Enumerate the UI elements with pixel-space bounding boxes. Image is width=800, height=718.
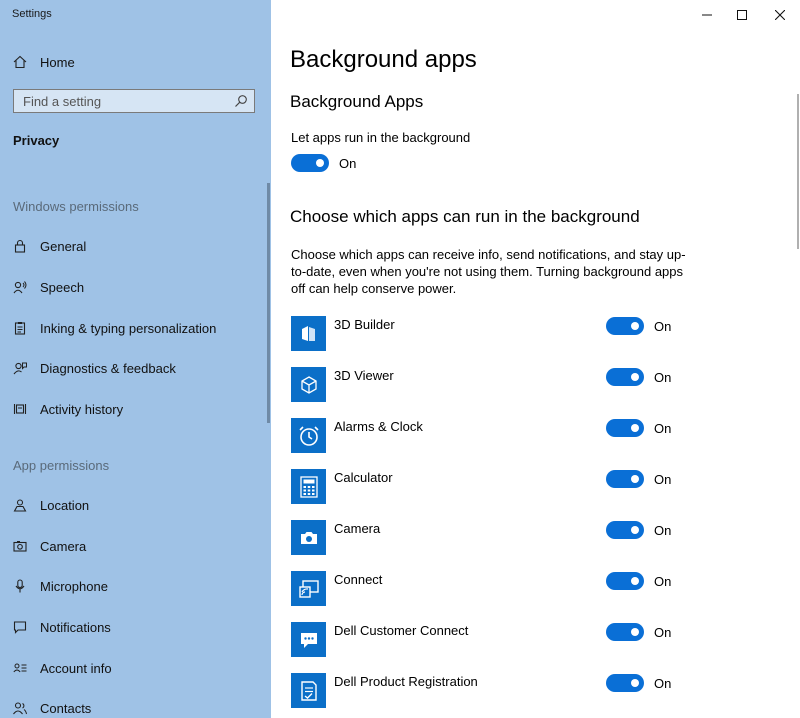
app-permissions-header: App permissions: [13, 458, 110, 473]
activity-history-icon: [12, 401, 28, 417]
app-toggle-calculator[interactable]: [606, 470, 644, 488]
page-title: Background apps: [290, 46, 477, 73]
toggle-knob: [631, 679, 639, 687]
clipboard-icon: [12, 320, 28, 336]
location-icon: [12, 497, 28, 513]
calculator-icon: [291, 469, 326, 504]
toggle-knob: [631, 424, 639, 432]
app-toggle-alarms-clock[interactable]: [606, 419, 644, 437]
search-input[interactable]: [14, 90, 233, 112]
sidebar-item-speech[interactable]: Speech: [0, 267, 271, 307]
app-name: Alarms & Clock: [334, 419, 423, 434]
sidebar-item-microphone[interactable]: Microphone: [0, 566, 271, 606]
app-toggle-camera[interactable]: [606, 521, 644, 539]
sidebar-item-label: Inking & typing personalization: [40, 320, 217, 336]
sidebar-item-notifications[interactable]: Notifications: [0, 607, 271, 647]
sidebar-item-label: Notifications: [40, 619, 111, 635]
background-apps-toggle[interactable]: [291, 154, 329, 172]
window-title: Settings: [12, 8, 52, 20]
sidebar: Settings Home Privacy Windows permission…: [0, 0, 271, 718]
toggle-knob: [631, 526, 639, 534]
app-toggle-dell-customer-connect[interactable]: [606, 623, 644, 641]
windows-permissions-header: Windows permissions: [13, 199, 139, 214]
app-toggle-dell-product-registration[interactable]: [606, 674, 644, 692]
sidebar-item-label: Account info: [40, 660, 112, 676]
sidebar-item-label: Contacts: [40, 700, 92, 716]
app-name: Camera: [334, 521, 381, 536]
search-box[interactable]: [13, 89, 255, 113]
sidebar-item-label: General: [40, 238, 87, 254]
close-icon: [775, 10, 785, 20]
sidebar-item-label: Home: [40, 54, 75, 70]
app-name: 3D Viewer: [334, 368, 394, 383]
alarm-clock-icon: [291, 418, 326, 453]
camera-icon: [12, 538, 28, 554]
sidebar-item-label: Microphone: [40, 578, 108, 594]
app-name: Dell Product Registration: [334, 674, 478, 689]
sidebar-item-diagnostics-feedback[interactable]: Diagnostics & feedback: [0, 348, 271, 388]
connect-icon: [291, 571, 326, 606]
let-apps-label: Let apps run in the background: [291, 130, 471, 145]
app-name: 3D Builder: [334, 317, 395, 332]
microphone-icon: [12, 578, 28, 594]
toggle-state: On: [654, 523, 672, 538]
toggle-knob: [631, 373, 639, 381]
notifications-icon: [12, 619, 28, 635]
toggle-state: On: [654, 421, 672, 436]
main-content: Background apps Background Apps Let apps…: [271, 0, 800, 718]
sidebar-item-home[interactable]: Home: [0, 42, 271, 82]
maximize-icon: [737, 10, 747, 20]
sidebar-item-general[interactable]: General: [0, 226, 271, 266]
main-scrollbar[interactable]: [797, 94, 799, 249]
sidebar-item-activity-history[interactable]: Activity history: [0, 389, 271, 429]
home-icon: [12, 54, 28, 70]
account-info-icon: [12, 660, 28, 676]
chat-bubble-icon: [291, 622, 326, 657]
sidebar-item-label: Activity history: [40, 401, 124, 417]
contacts-icon: [12, 700, 28, 716]
choose-title: Choose which apps can run in the backgro…: [290, 207, 640, 226]
registration-icon: [291, 673, 326, 708]
section-title: Background Apps: [290, 92, 424, 111]
toggle-state: On: [654, 625, 672, 640]
search-icon[interactable]: [234, 94, 248, 108]
sidebar-item-contacts[interactable]: Contacts: [0, 688, 271, 718]
toggle-state: On: [654, 676, 672, 691]
toggle-knob: [631, 475, 639, 483]
sidebar-item-inking-typing[interactable]: Inking & typing personalization: [0, 308, 271, 348]
sidebar-item-label: Location: [40, 497, 90, 513]
toggle-state: On: [654, 319, 672, 334]
3d-builder-icon: [291, 316, 326, 351]
close-button[interactable]: [757, 0, 800, 30]
section-title: Privacy: [13, 133, 60, 148]
app-name: Connect: [334, 572, 383, 587]
feedback-icon: [12, 360, 28, 376]
sidebar-item-location[interactable]: Location: [0, 485, 271, 525]
sidebar-item-label: Diagnostics & feedback: [40, 360, 176, 376]
toggle-state: On: [654, 574, 672, 589]
sidebar-item-camera[interactable]: Camera: [0, 526, 271, 566]
3d-viewer-icon: [291, 367, 326, 402]
toggle-knob: [631, 628, 639, 636]
app-toggle-connect[interactable]: [606, 572, 644, 590]
toggle-knob: [631, 322, 639, 330]
toggle-state: On: [339, 156, 357, 171]
app-name: Calculator: [334, 470, 393, 485]
sidebar-scrollbar[interactable]: [267, 183, 270, 423]
toggle-knob: [631, 577, 639, 585]
camera-app-icon: [291, 520, 326, 555]
toggle-knob: [316, 159, 324, 167]
speech-icon: [12, 279, 28, 295]
sidebar-item-account-info[interactable]: Account info: [0, 648, 271, 688]
app-toggle-3d-viewer[interactable]: [606, 368, 644, 386]
sidebar-item-label: Camera: [40, 538, 87, 554]
toggle-state: On: [654, 370, 672, 385]
app-toggle-3d-builder[interactable]: [606, 317, 644, 335]
choose-description: Choose which apps can receive info, send…: [291, 247, 686, 296]
sidebar-item-label: Speech: [40, 279, 85, 295]
minimize-icon: [702, 14, 712, 16]
app-name: Dell Customer Connect: [334, 623, 469, 638]
lock-icon: [12, 238, 28, 254]
toggle-state: On: [654, 472, 672, 487]
